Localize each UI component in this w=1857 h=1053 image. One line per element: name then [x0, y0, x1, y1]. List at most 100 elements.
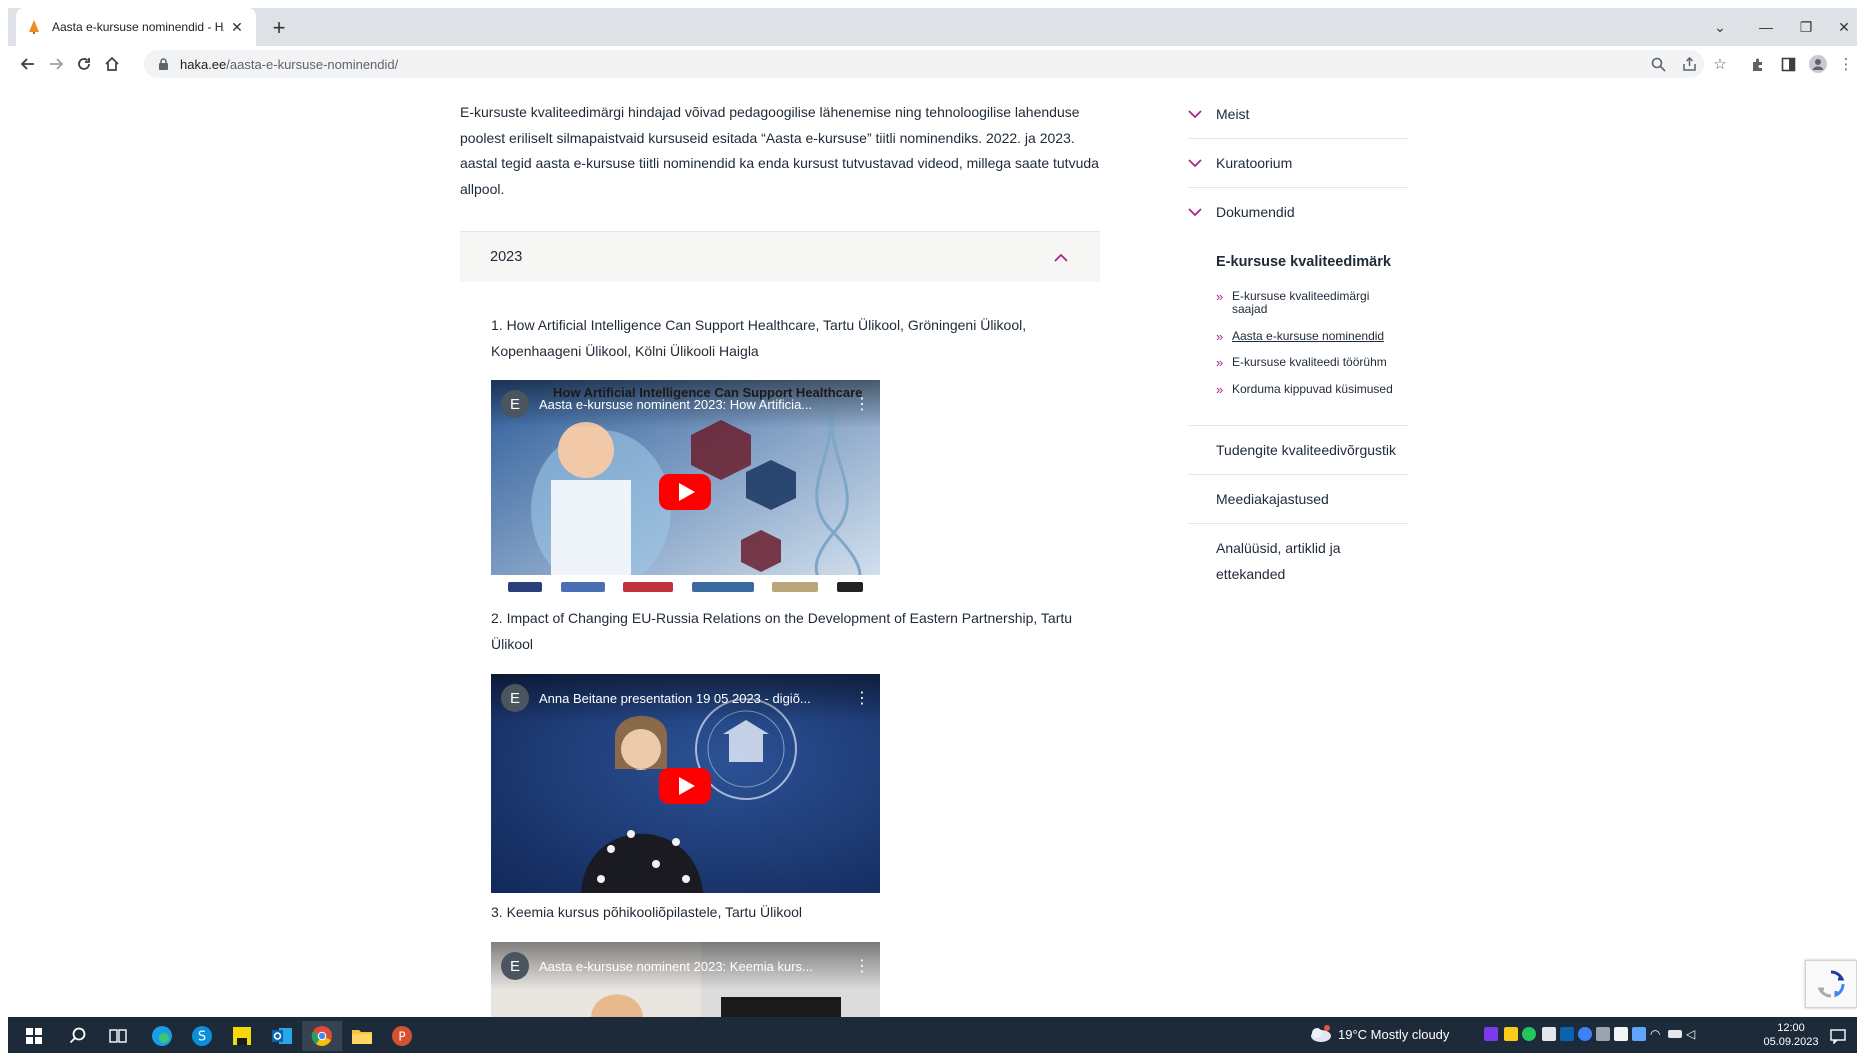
skype-icon[interactable]: S	[182, 1021, 222, 1051]
sticky-notes-icon[interactable]	[222, 1021, 262, 1051]
tab-search-icon[interactable]: ⌄	[1702, 14, 1738, 40]
video-embed-3[interactable]: E Aasta e-kursuse nominent 2023: Keemia …	[491, 942, 880, 1017]
recaptcha-badge[interactable]	[1805, 960, 1857, 1008]
extensions-icon[interactable]	[1748, 54, 1768, 74]
outlook-tray-icon[interactable]	[1560, 1027, 1574, 1041]
weather-widget[interactable]: 19°C Mostly cloudy	[1308, 1025, 1449, 1043]
double-chevron-right-icon: »	[1216, 329, 1224, 344]
notifications-icon[interactable]	[1823, 1021, 1853, 1051]
home-button[interactable]	[98, 50, 126, 78]
sidebar-item-dokumendid[interactable]: Dokumendid	[1188, 204, 1408, 220]
new-tab-button[interactable]: +	[266, 15, 292, 41]
sidebar-item-tudengite[interactable]: Tudengite kvaliteedivõrgustik	[1216, 438, 1411, 464]
tray-check-icon[interactable]	[1522, 1027, 1536, 1041]
clock-date: 05.09.2023	[1763, 1036, 1819, 1048]
wifi-icon[interactable]: ◠	[1650, 1027, 1664, 1041]
tab-strip: Aasta e-kursuse nominendid - HA ✕ + ⌄ — …	[8, 8, 1857, 46]
play-button[interactable]	[659, 768, 711, 804]
sidebar-subitem-nominendid[interactable]: » Aasta e-kursuse nominendid	[1216, 329, 1406, 344]
chevron-down-icon	[1188, 204, 1216, 220]
reload-icon	[78, 58, 90, 70]
browser-menu-icon[interactable]: ⋮	[1836, 54, 1856, 74]
svg-text:P: P	[398, 1030, 405, 1044]
weather-text: 19°C Mostly cloudy	[1338, 1026, 1450, 1042]
profile-avatar-icon[interactable]	[1808, 54, 1828, 74]
divider	[1188, 187, 1408, 188]
forward-button[interactable]	[42, 50, 70, 78]
restore-button[interactable]: ❐	[1788, 14, 1824, 40]
address-bar[interactable]: haka.ee/aasta-e-kursuse-nominendid/	[144, 50, 1704, 78]
partner-logos	[491, 575, 880, 599]
minimize-button[interactable]: —	[1748, 14, 1784, 40]
video-embed-1[interactable]: E Aasta e-kursuse nominent 2023: How Art…	[491, 380, 880, 599]
edge-icon[interactable]	[142, 1021, 182, 1051]
chevron-up-icon[interactable]	[1052, 248, 1070, 266]
channel-avatar[interactable]: E	[501, 952, 529, 980]
system-clock[interactable]: 12:00 05.09.2023	[1763, 1021, 1819, 1049]
nominee-3-text: 3. Keemia kursus põhikooliõpilastele, Ta…	[491, 904, 803, 920]
share-icon[interactable]	[1679, 54, 1699, 74]
more-vert-icon[interactable]: ⋮	[854, 688, 870, 708]
sidebar-active-section[interactable]: E-kursuse kvaliteedimärk	[1216, 254, 1391, 270]
file-explorer-icon[interactable]	[342, 1021, 382, 1051]
task-view-icon[interactable]	[98, 1021, 138, 1051]
divider	[1188, 425, 1408, 426]
chevron-down-icon	[1188, 155, 1216, 171]
search-icon[interactable]	[58, 1021, 98, 1051]
chevron-down-icon	[1188, 106, 1216, 122]
url-text: haka.ee/aasta-e-kursuse-nominendid/	[180, 56, 399, 72]
sidebar-item-analuusid[interactable]: Analüüsid, artiklid ja ettekanded	[1216, 536, 1411, 587]
video-header-2: E Anna Beitane presentation 19 05 2023 -…	[491, 674, 880, 722]
back-arrow-icon	[20, 58, 34, 70]
video-title-3[interactable]: Aasta e-kursuse nominent 2023: Keemia ku…	[539, 959, 854, 974]
sidebar-item-label: Meist	[1216, 106, 1250, 122]
bookmark-star-icon[interactable]: ☆	[1710, 54, 1730, 74]
tray-app-icon[interactable]	[1504, 1027, 1518, 1041]
zoom-icon[interactable]	[1648, 54, 1668, 74]
reload-button[interactable]	[70, 50, 98, 78]
volume-icon[interactable]: ◁	[1686, 1027, 1700, 1041]
close-window-button[interactable]: ✕	[1826, 14, 1857, 40]
browser-tab[interactable]: Aasta e-kursuse nominendid - HA ✕	[16, 8, 256, 46]
powerpoint-icon[interactable]: P	[382, 1021, 422, 1051]
windows-start-icon[interactable]	[14, 1021, 54, 1051]
chrome-icon[interactable]	[302, 1021, 342, 1051]
cloud-icon	[1311, 1025, 1331, 1042]
logo-cologne	[691, 582, 754, 592]
battery-icon[interactable]	[1668, 1030, 1682, 1038]
sidebar-subitem-toorühm[interactable]: » E-kursuse kvaliteedi töörühm	[1216, 356, 1406, 370]
channel-avatar[interactable]: E	[501, 390, 529, 418]
logo-umcg	[508, 582, 543, 592]
double-chevron-right-icon: »	[1216, 289, 1224, 304]
mail-tray-icon[interactable]	[1542, 1027, 1556, 1041]
channel-avatar[interactable]: E	[501, 684, 529, 712]
sidebar-item-meediakajastused[interactable]: Meediakajastused	[1216, 487, 1411, 513]
logo-groningen	[623, 582, 674, 592]
recaptcha-icon	[1817, 970, 1845, 998]
accordion-header-2023[interactable]: 2023	[460, 231, 1100, 282]
clock-time: 12:00	[1777, 1022, 1805, 1034]
logo-other	[836, 582, 863, 592]
play-button[interactable]	[659, 474, 711, 510]
close-tab-icon[interactable]: ✕	[228, 18, 246, 36]
video-title-2[interactable]: Anna Beitane presentation 19 05 2023 - d…	[539, 691, 854, 706]
sidebar-item-kuratoorium[interactable]: Kuratoorium	[1188, 155, 1408, 171]
sidebar-subitem-saajad[interactable]: » E-kursuse kvaliteedimärgi saajad	[1216, 290, 1406, 316]
security-tray-icon[interactable]	[1614, 1027, 1628, 1041]
nominee-2-text: 2. Impact of Changing EU-Russia Relation…	[491, 610, 1073, 652]
teams-tray-icon[interactable]	[1596, 1027, 1610, 1041]
onedrive-tray-icon[interactable]	[1578, 1027, 1592, 1041]
side-panel-icon[interactable]	[1778, 54, 1798, 74]
sidebar-item-label: Dokumendid	[1216, 204, 1295, 220]
divider	[1188, 523, 1408, 524]
nominee-1-text: 1. How Artificial Intelligence Can Suppo…	[491, 317, 1027, 359]
more-vert-icon[interactable]: ⋮	[854, 956, 870, 976]
onenote-tray-icon[interactable]	[1484, 1027, 1498, 1041]
bluetooth-icon[interactable]	[1632, 1027, 1646, 1041]
video-embed-2[interactable]: E Anna Beitane presentation 19 05 2023 -…	[491, 674, 880, 893]
sidebar-item-meist[interactable]: Meist	[1188, 106, 1408, 122]
outlook-icon[interactable]	[262, 1021, 302, 1051]
video-header-3: E Aasta e-kursuse nominent 2023: Keemia …	[491, 942, 880, 990]
back-button[interactable]	[14, 50, 42, 78]
sidebar-subitem-kkk[interactable]: » Korduma kippuvad küsimused	[1216, 383, 1406, 397]
